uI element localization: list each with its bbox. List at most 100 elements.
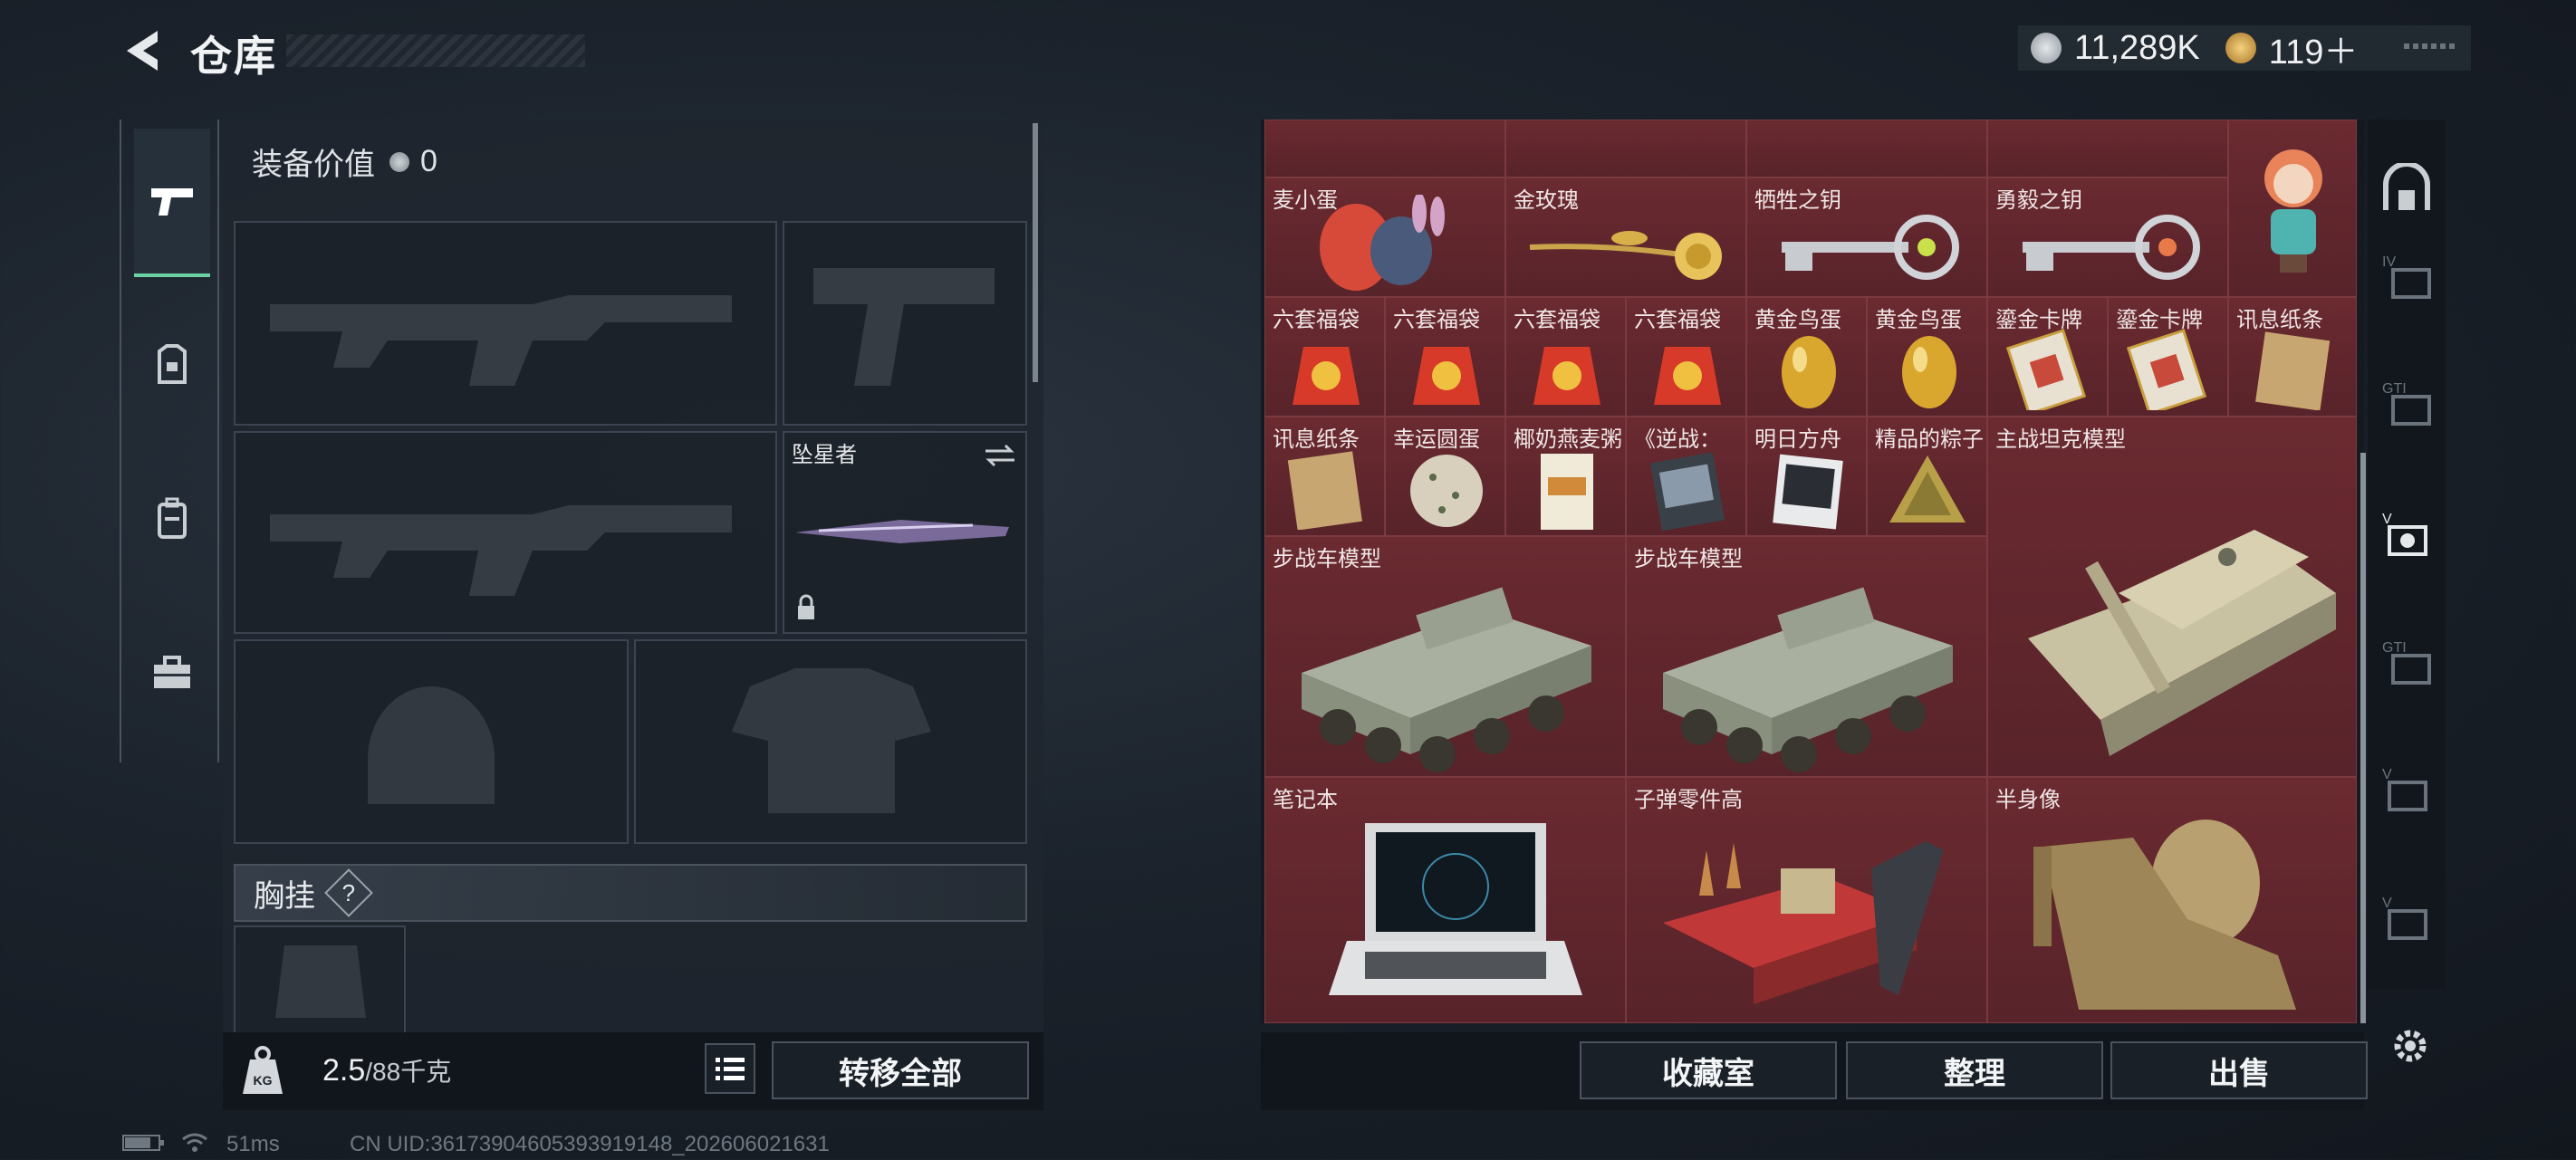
golden-egg-icon bbox=[1782, 336, 1836, 408]
helmet-slot[interactable] bbox=[234, 639, 629, 844]
arknights-box-icon bbox=[1773, 454, 1843, 530]
golden-egg-icon bbox=[1902, 336, 1956, 408]
inventory-item[interactable]: 主战坦克模型 bbox=[1987, 417, 2357, 777]
inventory-item[interactable]: 步战车模型 bbox=[1264, 536, 1626, 777]
title-decoration bbox=[286, 34, 585, 67]
inventory-item[interactable]: 勇毅之钥 bbox=[1987, 177, 2228, 297]
sacrifice-key-icon bbox=[1782, 215, 1959, 280]
item-label: 步战车模型 bbox=[1273, 547, 1381, 571]
melee-slot[interactable]: 坠星者 bbox=[783, 431, 1027, 634]
bullet-parts-icon bbox=[1663, 841, 1944, 1004]
inventory-cell-partial[interactable] bbox=[1746, 120, 1987, 177]
sell-button[interactable]: 出售 bbox=[2110, 1041, 2368, 1099]
rifle-silhouette-icon bbox=[270, 505, 732, 596]
inventory-item[interactable]: 六套福袋 bbox=[1385, 297, 1505, 417]
chest-rig-section-header: 胸挂 ? bbox=[234, 864, 1027, 922]
bust-statue-icon bbox=[2033, 820, 2296, 1010]
ifv-model-icon bbox=[1302, 587, 1591, 772]
inventory-item[interactable]: 明日方舟 bbox=[1746, 417, 1867, 536]
uid-readout: CN UID:36173904605393919148_202606021631 bbox=[350, 1132, 830, 1156]
category-armor[interactable] bbox=[134, 292, 210, 436]
inventory-item[interactable]: 黄金鸟蛋 bbox=[1746, 297, 1867, 417]
egg-character-icon bbox=[1320, 195, 1445, 291]
equip-value-amount: 0 bbox=[420, 144, 437, 178]
inventory-item[interactable]: 精品的粽子 bbox=[1867, 417, 1987, 536]
inventory-item[interactable]: 讯息纸条 bbox=[1264, 417, 1385, 536]
inventory-cell-figurine[interactable] bbox=[2228, 120, 2357, 297]
list-icon bbox=[716, 1058, 745, 1080]
inventory-item[interactable]: 步战车模型 bbox=[1626, 536, 1987, 777]
primary-weapon-slot[interactable] bbox=[234, 221, 777, 426]
inventory-item[interactable]: 讯息纸条 bbox=[2228, 297, 2357, 417]
back-button[interactable] bbox=[118, 24, 172, 78]
category-weapons[interactable] bbox=[134, 129, 210, 277]
currency-bar: 11,289K 119＋ bbox=[2018, 25, 2471, 72]
oat-porridge-icon bbox=[1541, 454, 1593, 530]
loadout-scrollbar[interactable] bbox=[1033, 123, 1038, 382]
inventory-item[interactable]: 六套福袋 bbox=[1505, 297, 1626, 417]
svg-text:GTI: GTI bbox=[2382, 640, 2407, 656]
chest-rig-slot[interactable] bbox=[234, 925, 406, 1036]
golden-rose-icon bbox=[1529, 231, 1722, 280]
inventory-item[interactable]: 鎏金卡牌 bbox=[1987, 297, 2108, 417]
secondary-weapon-slot[interactable] bbox=[234, 431, 777, 634]
armor-icon bbox=[158, 344, 187, 384]
inventory-item[interactable]: 幸运圆蛋 bbox=[1385, 417, 1505, 536]
inventory-grid: 麦小蛋 金玫瑰 牺牲之钥 勇毅之钥 六套福袋 六套福袋 六套福袋 六套福袋 黄金… bbox=[1264, 120, 2357, 1023]
item-label: 主战坦克模型 bbox=[1995, 427, 2126, 452]
help-icon[interactable]: ? bbox=[324, 868, 373, 917]
inventory-item[interactable]: 六套福袋 bbox=[1626, 297, 1746, 417]
inventory-item[interactable]: 笔记本 bbox=[1264, 777, 1626, 1023]
inventory-item[interactable]: 子弹零件高 bbox=[1626, 777, 1987, 1023]
section-title: 胸挂 bbox=[254, 878, 315, 914]
item-label: 精品的粽子 bbox=[1875, 427, 1984, 452]
sort-button[interactable]: 整理 bbox=[1846, 1041, 2103, 1099]
inventory-item[interactable]: 《逆战： bbox=[1626, 417, 1746, 536]
storage-tab-v2-icon[interactable]: V bbox=[2380, 762, 2433, 815]
melee-blade-icon bbox=[795, 520, 1009, 543]
courage-key-icon bbox=[2023, 215, 2200, 280]
collection-room-button[interactable]: 收藏室 bbox=[1580, 1041, 1837, 1099]
storage-tab-v3-icon[interactable]: V bbox=[2380, 891, 2433, 944]
inventory-cell-partial[interactable] bbox=[1264, 120, 1505, 177]
list-view-button[interactable] bbox=[705, 1043, 755, 1094]
storage-tab-gti2-icon[interactable]: GTI bbox=[2380, 636, 2433, 688]
settings-gear-icon[interactable] bbox=[2388, 1023, 2433, 1069]
inventory-item[interactable]: 椰奶燕麦粥 bbox=[1505, 417, 1626, 536]
inventory-item[interactable]: 麦小蛋 bbox=[1264, 177, 1505, 297]
chest-rig-silhouette-icon bbox=[275, 945, 366, 1018]
svg-text:V: V bbox=[2382, 896, 2392, 911]
toolbox-icon bbox=[154, 656, 190, 688]
wifi-icon bbox=[181, 1132, 208, 1154]
message-note-icon bbox=[1287, 451, 1362, 530]
svg-text:KG: KG bbox=[254, 1073, 273, 1088]
inventory-item[interactable]: 半身像 bbox=[1987, 777, 2357, 1023]
storage-tab-v-active-icon[interactable]: V bbox=[2380, 507, 2433, 560]
svg-text:V: V bbox=[2382, 512, 2392, 527]
swap-icon[interactable] bbox=[982, 442, 1018, 469]
storage-tab-iv-icon[interactable]: IV bbox=[2380, 250, 2433, 302]
inventory-scrollbar[interactable] bbox=[2360, 453, 2366, 1023]
vault-icon[interactable] bbox=[2380, 163, 2433, 216]
pistol-slot[interactable] bbox=[783, 221, 1027, 426]
inventory-item[interactable]: 黄金鸟蛋 bbox=[1867, 297, 1987, 417]
loadout-category-sidebar bbox=[120, 120, 219, 762]
category-toolbox[interactable] bbox=[134, 599, 210, 744]
weight-readout: 2.5/88千克 bbox=[322, 1052, 451, 1088]
page-title: 仓库 bbox=[190, 33, 277, 80]
inventory-cell-partial[interactable] bbox=[1505, 120, 1746, 177]
transfer-all-button[interactable]: 转移全部 bbox=[772, 1041, 1029, 1099]
inventory-item[interactable]: 牺牲之钥 bbox=[1746, 177, 1987, 297]
inventory-item[interactable]: 六套福袋 bbox=[1264, 297, 1385, 417]
inventory-item[interactable]: 鎏金卡牌 bbox=[2108, 297, 2228, 417]
item-label: 半身像 bbox=[1995, 788, 2061, 812]
item-label: 金玫瑰 bbox=[1514, 188, 1579, 213]
armor-silhouette-icon bbox=[732, 668, 931, 813]
item-label: 步战车模型 bbox=[1634, 547, 1743, 571]
storage-tab-gti-icon[interactable]: GTI bbox=[2380, 377, 2433, 429]
body-armor-slot[interactable] bbox=[634, 639, 1027, 844]
weight-icon: KG bbox=[237, 1041, 288, 1101]
category-backpack[interactable] bbox=[134, 446, 210, 590]
inventory-item[interactable]: 金玫瑰 bbox=[1505, 177, 1746, 297]
inventory-cell-partial[interactable] bbox=[1987, 120, 2228, 177]
